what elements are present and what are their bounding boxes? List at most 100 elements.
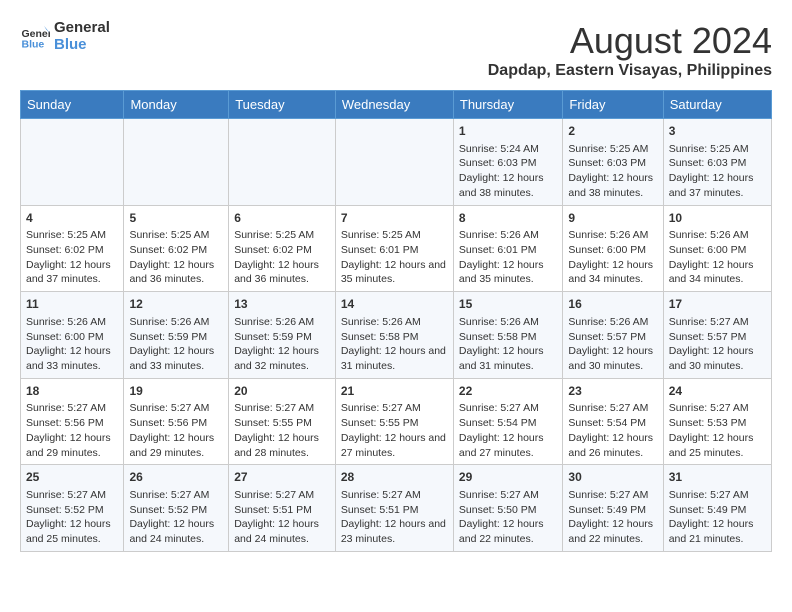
calendar-cell: 2Sunrise: 5:25 AMSunset: 6:03 PMDaylight… (563, 119, 663, 206)
location-title: Dapdap, Eastern Visayas, Philippines (488, 62, 772, 80)
day-number: 10 (669, 210, 766, 227)
calendar-cell: 12Sunrise: 5:26 AMSunset: 5:59 PMDayligh… (124, 292, 229, 379)
logo-line2: Blue (54, 37, 110, 54)
daylight: Daylight: 12 hours and 35 minutes. (341, 259, 446, 286)
header-row: SundayMondayTuesdayWednesdayThursdayFrid… (21, 91, 772, 119)
daylight: Daylight: 12 hours and 32 minutes. (234, 345, 319, 372)
day-number: 19 (129, 383, 223, 400)
sunset: Sunset: 6:03 PM (568, 157, 646, 169)
day-number: 24 (669, 383, 766, 400)
calendar-cell: 5Sunrise: 5:25 AMSunset: 6:02 PMDaylight… (124, 205, 229, 292)
sunrise: Sunrise: 5:24 AM (459, 143, 539, 155)
sunrise: Sunrise: 5:26 AM (568, 229, 648, 241)
calendar-cell: 15Sunrise: 5:26 AMSunset: 5:58 PMDayligh… (453, 292, 563, 379)
sunrise: Sunrise: 5:27 AM (234, 489, 314, 501)
logo-line1: General (54, 20, 110, 37)
daylight: Daylight: 12 hours and 31 minutes. (459, 345, 544, 372)
calendar-cell (335, 119, 453, 206)
sunset: Sunset: 5:58 PM (459, 331, 537, 343)
sunrise: Sunrise: 5:27 AM (129, 489, 209, 501)
day-number: 4 (26, 210, 118, 227)
day-number: 27 (234, 469, 330, 486)
daylight: Daylight: 12 hours and 23 minutes. (341, 518, 446, 545)
sunrise: Sunrise: 5:26 AM (341, 316, 421, 328)
day-number: 12 (129, 296, 223, 313)
sunset: Sunset: 6:00 PM (26, 331, 104, 343)
sunrise: Sunrise: 5:27 AM (129, 402, 209, 414)
sunrise: Sunrise: 5:25 AM (129, 229, 209, 241)
col-header-sunday: Sunday (21, 91, 124, 119)
day-number: 17 (669, 296, 766, 313)
calendar-cell: 20Sunrise: 5:27 AMSunset: 5:55 PMDayligh… (229, 378, 336, 465)
daylight: Daylight: 12 hours and 21 minutes. (669, 518, 754, 545)
sunrise: Sunrise: 5:25 AM (669, 143, 749, 155)
daylight: Daylight: 12 hours and 35 minutes. (459, 259, 544, 286)
calendar-cell: 19Sunrise: 5:27 AMSunset: 5:56 PMDayligh… (124, 378, 229, 465)
calendar-cell: 24Sunrise: 5:27 AMSunset: 5:53 PMDayligh… (663, 378, 771, 465)
day-number: 31 (669, 469, 766, 486)
day-number: 9 (568, 210, 657, 227)
sunset: Sunset: 6:01 PM (459, 244, 537, 256)
calendar-cell: 10Sunrise: 5:26 AMSunset: 6:00 PMDayligh… (663, 205, 771, 292)
page-header: General Blue General Blue August 2024 Da… (20, 20, 772, 80)
sunrise: Sunrise: 5:27 AM (26, 489, 106, 501)
sunset: Sunset: 5:53 PM (669, 417, 747, 429)
day-number: 28 (341, 469, 448, 486)
daylight: Daylight: 12 hours and 38 minutes. (568, 172, 653, 199)
sunrise: Sunrise: 5:26 AM (459, 229, 539, 241)
daylight: Daylight: 12 hours and 29 minutes. (26, 432, 111, 459)
sunset: Sunset: 6:02 PM (129, 244, 207, 256)
sunset: Sunset: 5:50 PM (459, 504, 537, 516)
sunrise: Sunrise: 5:27 AM (669, 402, 749, 414)
daylight: Daylight: 12 hours and 34 minutes. (568, 259, 653, 286)
day-number: 25 (26, 469, 118, 486)
day-number: 14 (341, 296, 448, 313)
day-number: 30 (568, 469, 657, 486)
calendar-table: SundayMondayTuesdayWednesdayThursdayFrid… (20, 90, 772, 552)
day-number: 13 (234, 296, 330, 313)
day-number: 1 (459, 123, 558, 140)
sunset: Sunset: 5:51 PM (341, 504, 419, 516)
month-title: August 2024 (488, 20, 772, 62)
logo-icon: General Blue (20, 22, 50, 52)
daylight: Daylight: 12 hours and 27 minutes. (341, 432, 446, 459)
sunset: Sunset: 6:03 PM (459, 157, 537, 169)
sunrise: Sunrise: 5:27 AM (26, 402, 106, 414)
daylight: Daylight: 12 hours and 36 minutes. (129, 259, 214, 286)
calendar-cell (124, 119, 229, 206)
sunrise: Sunrise: 5:27 AM (341, 402, 421, 414)
col-header-wednesday: Wednesday (335, 91, 453, 119)
week-row-2: 4 Sunrise: 5:25 AM Sunset: 6:02 PM Daylight… (21, 205, 772, 292)
sunrise: Sunrise: 5:26 AM (669, 229, 749, 241)
day-number: 8 (459, 210, 558, 227)
sunset: Sunset: 6:02 PM (26, 244, 104, 256)
sunset: Sunset: 5:57 PM (568, 331, 646, 343)
sunrise: Sunrise: 5:27 AM (669, 489, 749, 501)
week-row-3: 11 Sunrise: 5:26 AM Sunset: 6:00 PM Dayligh… (21, 292, 772, 379)
sunrise: Sunrise: 5:25 AM (234, 229, 314, 241)
sunset: Sunset: 5:54 PM (459, 417, 537, 429)
daylight: Daylight: 12 hours and 22 minutes. (459, 518, 544, 545)
calendar-cell: 22Sunrise: 5:27 AMSunset: 5:54 PMDayligh… (453, 378, 563, 465)
sunset: Sunset: 5:51 PM (234, 504, 312, 516)
title-block: August 2024 Dapdap, Eastern Visayas, Phi… (488, 20, 772, 80)
calendar-cell: 30Sunrise: 5:27 AMSunset: 5:49 PMDayligh… (563, 465, 663, 552)
day-number: 2 (568, 123, 657, 140)
col-header-thursday: Thursday (453, 91, 563, 119)
day-number: 3 (669, 123, 766, 140)
day-number: 11 (26, 296, 118, 313)
calendar-cell: 14Sunrise: 5:26 AMSunset: 5:58 PMDayligh… (335, 292, 453, 379)
daylight: Daylight: 12 hours and 30 minutes. (669, 345, 754, 372)
calendar-cell: 17Sunrise: 5:27 AMSunset: 5:57 PMDayligh… (663, 292, 771, 379)
sunrise: Sunrise: 5:26 AM (459, 316, 539, 328)
col-header-saturday: Saturday (663, 91, 771, 119)
col-header-tuesday: Tuesday (229, 91, 336, 119)
daylight: Daylight: 12 hours and 25 minutes. (26, 518, 111, 545)
sunset: Sunset: 5:52 PM (129, 504, 207, 516)
daylight: Daylight: 12 hours and 34 minutes. (669, 259, 754, 286)
logo: General Blue General Blue (20, 20, 110, 53)
sunset: Sunset: 6:03 PM (669, 157, 747, 169)
calendar-cell: 7Sunrise: 5:25 AMSunset: 6:01 PMDaylight… (335, 205, 453, 292)
svg-text:Blue: Blue (22, 38, 45, 50)
col-header-friday: Friday (563, 91, 663, 119)
